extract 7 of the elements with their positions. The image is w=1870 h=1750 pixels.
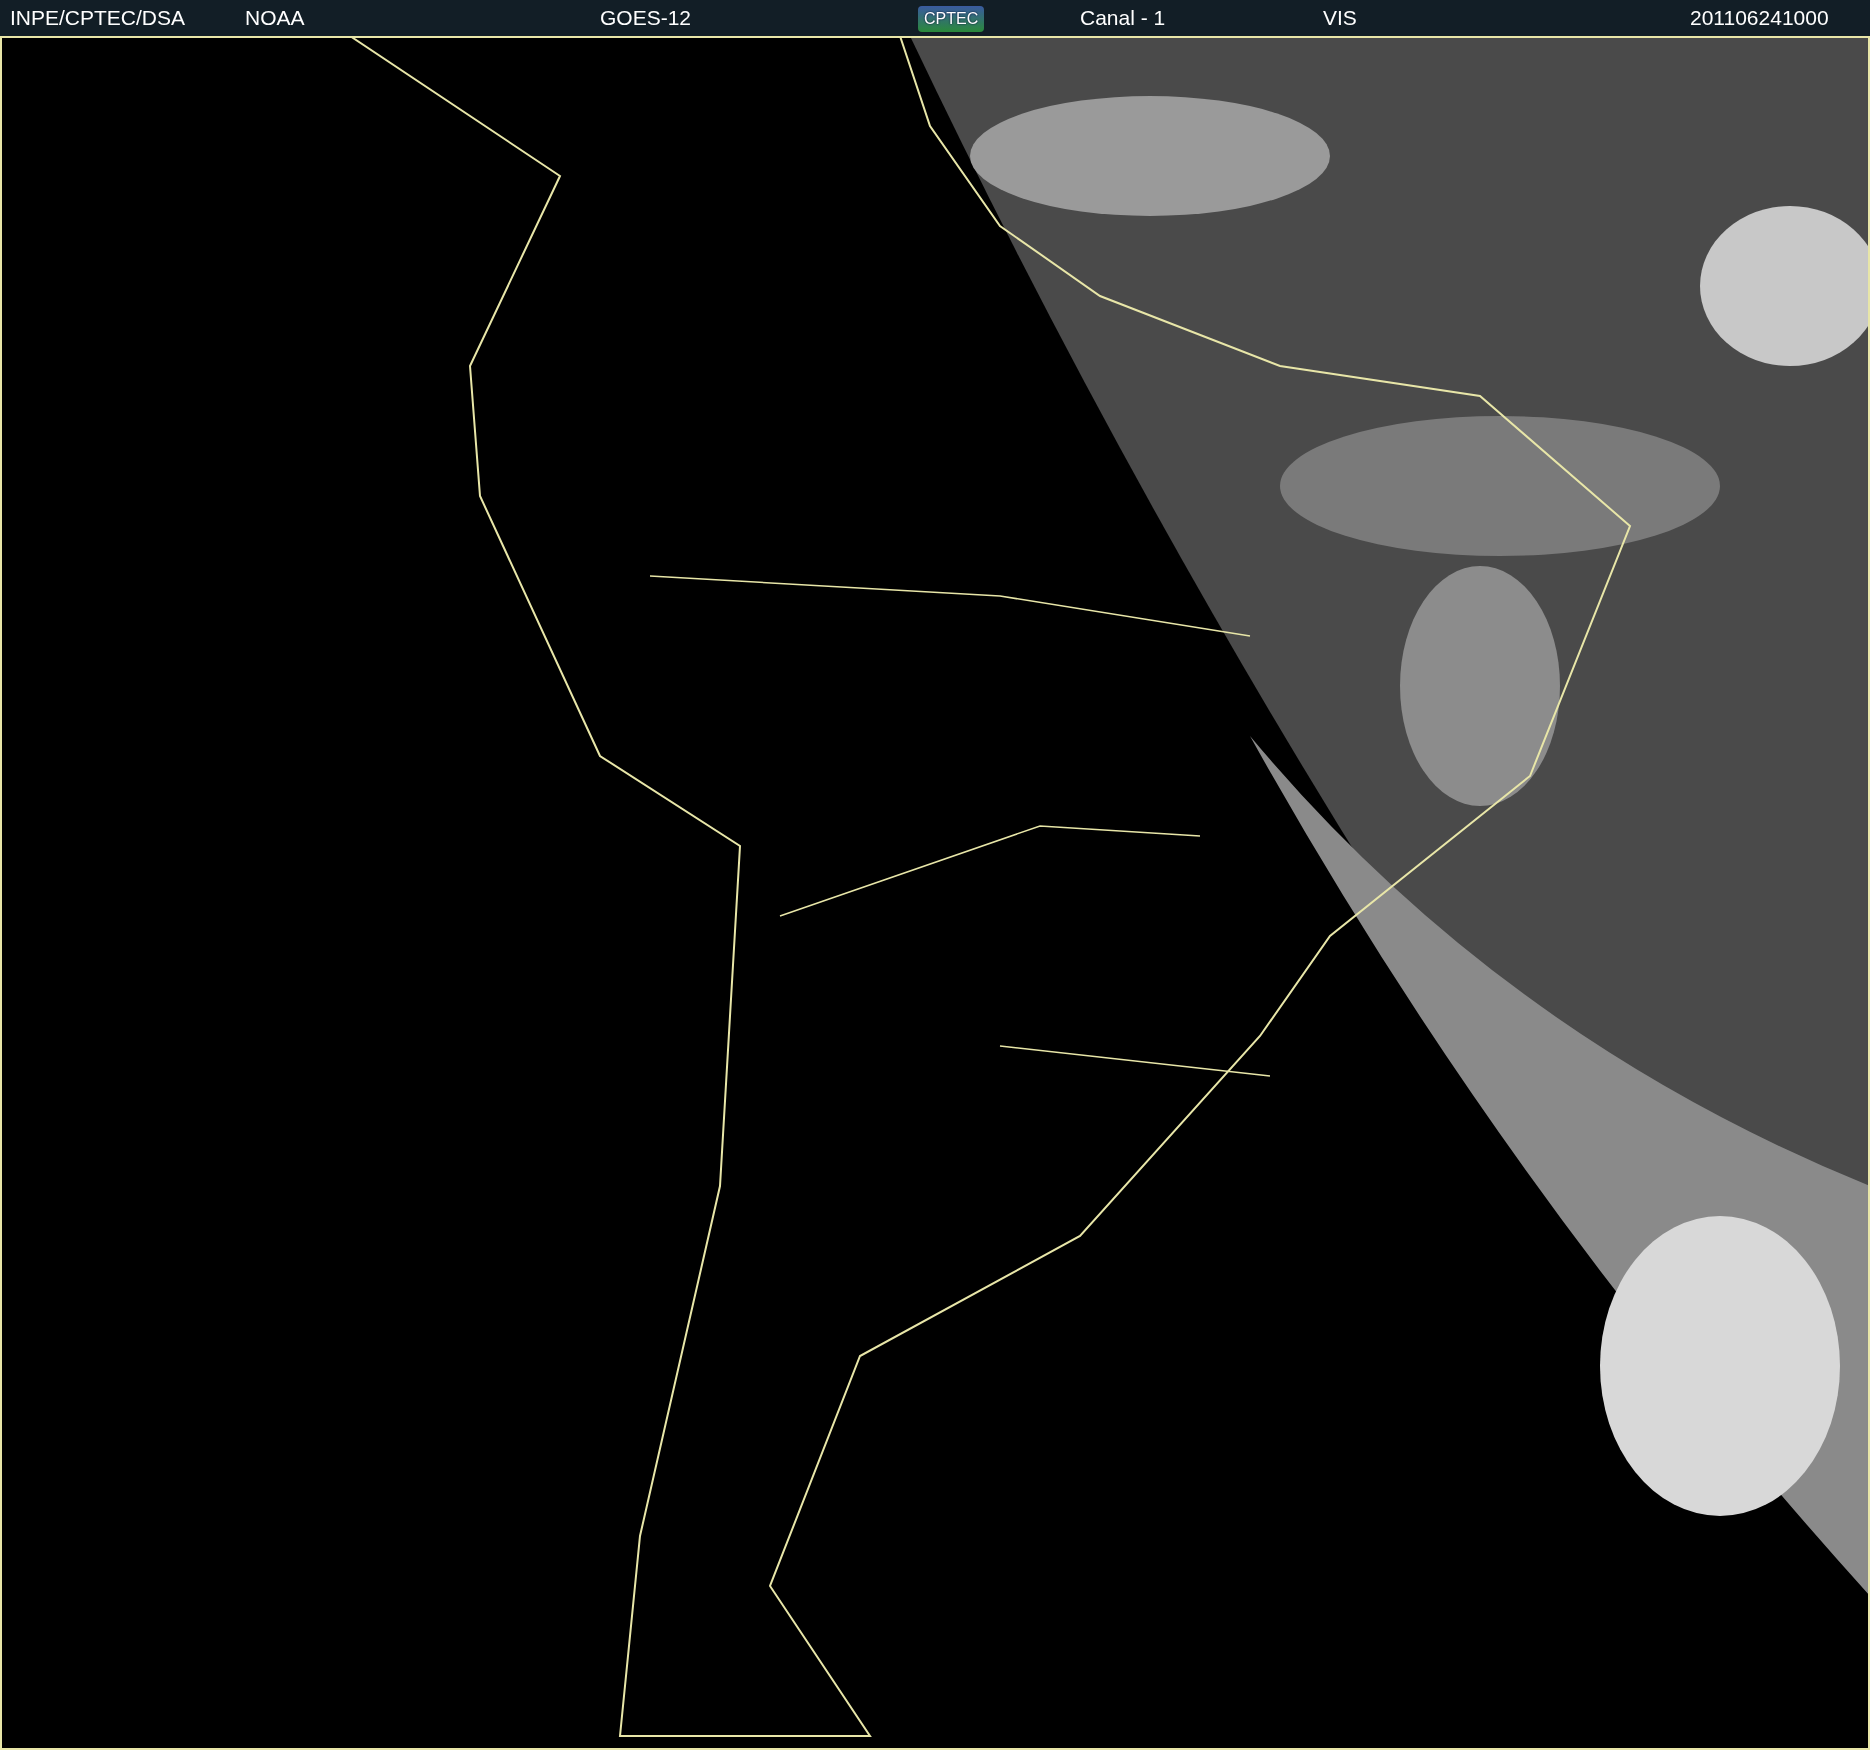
header-label: VIS: [1323, 6, 1357, 30]
header-label: Canal - 1: [1080, 6, 1166, 30]
header-label: INPE/CPTEC/DSA: [10, 6, 186, 30]
logo: CPTEC: [918, 5, 985, 32]
header-label: GOES-12: [600, 6, 692, 30]
header-label: 201106241000: [1690, 6, 1829, 30]
header-label: NOAA: [245, 6, 305, 30]
